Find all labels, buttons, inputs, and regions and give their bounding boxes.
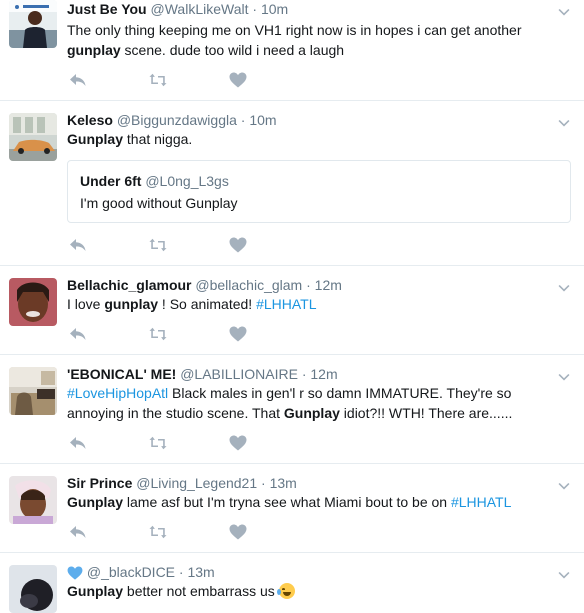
chevron-down-icon[interactable] bbox=[558, 567, 572, 577]
retweet-icon[interactable] bbox=[147, 235, 169, 255]
tweet[interactable]: Keleso @Biggunzdawiggla · 10m Gunplay th… bbox=[0, 101, 584, 266]
separator: · bbox=[301, 366, 307, 382]
heart-icon[interactable] bbox=[227, 433, 249, 453]
heart-icon[interactable] bbox=[227, 522, 249, 542]
user-handle[interactable]: @Biggunzdawiggla bbox=[117, 112, 237, 128]
quoted-tweet[interactable]: Under 6ft @L0ng_L3gs I'm good without Gu… bbox=[67, 160, 571, 223]
timestamp[interactable]: 10m bbox=[261, 1, 288, 17]
tweet[interactable]: @_blackDICE · 13m Gunplay better not emb… bbox=[0, 553, 584, 613]
heart-icon[interactable] bbox=[227, 70, 249, 90]
display-name[interactable]: Bellachic_glamour bbox=[67, 277, 192, 293]
quoted-display-name: Under 6ft bbox=[80, 173, 142, 189]
hashtag-link[interactable]: #LoveHipHopAtl bbox=[67, 385, 168, 401]
tweet-text: Gunplay that nigga. bbox=[67, 129, 567, 149]
separator: · bbox=[178, 564, 184, 580]
user-handle[interactable]: @Living_Legend21 bbox=[136, 475, 257, 491]
tweet-text-segment: that nigga. bbox=[123, 131, 193, 147]
tweet[interactable]: Sir Prince @Living_Legend21 · 13m Gunpla… bbox=[0, 464, 584, 553]
heart-icon[interactable] bbox=[227, 235, 249, 255]
avatar[interactable] bbox=[9, 565, 57, 613]
tweet-text: The only thing keeping me on VH1 right n… bbox=[67, 20, 567, 60]
chevron-down-icon[interactable] bbox=[558, 115, 572, 125]
timestamp[interactable]: 12m bbox=[310, 366, 337, 382]
tweet-text-segment: The only thing keeping me on VH1 right n… bbox=[67, 22, 522, 38]
separator: · bbox=[252, 1, 258, 17]
display-name[interactable]: 'EBONICAL' ME! bbox=[67, 366, 176, 382]
highlight-term: Gunplay bbox=[67, 131, 124, 147]
tweet[interactable]: Just Be You @WalkLikeWalt · 10m The only… bbox=[0, 0, 584, 101]
tweet-text-segment: Black males in gen'l r so damn IMMATURE.… bbox=[168, 385, 512, 401]
timestamp[interactable]: 13m bbox=[270, 475, 297, 491]
tweet-text: #LoveHipHopAtl Black males in gen'l r so… bbox=[67, 383, 567, 423]
tweet-text-segment: ! So animated! bbox=[158, 296, 257, 312]
avatar[interactable] bbox=[9, 476, 57, 524]
tears-of-joy-emoji bbox=[276, 583, 295, 599]
separator: · bbox=[240, 112, 246, 128]
reply-icon[interactable] bbox=[67, 522, 89, 542]
tweet-text: Gunplay better not embarrass us bbox=[67, 581, 567, 601]
hashtag-link[interactable]: #LHHATL bbox=[451, 494, 511, 510]
tweet-text: Gunplay lame asf but I'm tryna see what … bbox=[67, 492, 567, 512]
tweet-text-segment: scene. dude too wild i need a laugh bbox=[120, 42, 345, 58]
heart-icon[interactable] bbox=[227, 324, 249, 344]
highlight-term: gunplay bbox=[67, 42, 121, 58]
tweet-text-segment: better not embarrass us bbox=[123, 583, 279, 599]
avatar[interactable] bbox=[9, 278, 57, 326]
tweet-text-segment: lame asf but I'm tryna see what Miami bo… bbox=[123, 494, 451, 510]
user-handle[interactable]: @WalkLikeWalt bbox=[151, 1, 249, 17]
tweet[interactable]: Bellachic_glamour @bellachic_glam · 12m … bbox=[0, 266, 584, 355]
timestamp[interactable]: 10m bbox=[249, 112, 276, 128]
reply-icon[interactable] bbox=[67, 433, 89, 453]
display-name[interactable]: Sir Prince bbox=[67, 475, 132, 491]
user-handle[interactable]: @LABILLIONAIRE bbox=[180, 366, 298, 382]
timestamp[interactable]: 13m bbox=[187, 564, 214, 580]
quoted-user-handle: @L0ng_L3gs bbox=[145, 173, 229, 189]
tweet-text-segment: annoying in the studio scene. That bbox=[67, 405, 284, 421]
reply-icon[interactable] bbox=[67, 324, 89, 344]
highlight-term: Gunplay bbox=[67, 583, 124, 599]
tweet[interactable]: 'EBONICAL' ME! @LABILLIONAIRE · 12m #Lov… bbox=[0, 355, 584, 464]
retweet-icon[interactable] bbox=[147, 324, 169, 344]
tweet-text: I love gunplay ! So animated! #LHHATL bbox=[67, 294, 567, 314]
hashtag-link[interactable]: #LHHATL bbox=[256, 296, 316, 312]
reply-icon[interactable] bbox=[67, 70, 89, 90]
chevron-down-icon[interactable] bbox=[558, 280, 572, 290]
separator: · bbox=[261, 475, 266, 491]
highlight-term: Gunplay bbox=[283, 405, 340, 421]
avatar[interactable] bbox=[9, 367, 57, 415]
tweet-text-segment: I love bbox=[67, 296, 105, 312]
highlight-term: gunplay bbox=[104, 296, 159, 312]
display-name[interactable]: Just Be You bbox=[67, 1, 147, 17]
chevron-down-icon[interactable] bbox=[558, 369, 572, 379]
avatar[interactable] bbox=[9, 113, 57, 161]
chevron-down-icon[interactable] bbox=[558, 4, 572, 14]
user-handle[interactable]: @_blackDICE bbox=[87, 564, 175, 580]
user-handle[interactable]: @bellachic_glam bbox=[195, 277, 302, 293]
chevron-down-icon[interactable] bbox=[558, 478, 572, 488]
display-name[interactable]: Keleso bbox=[67, 112, 113, 128]
reply-icon[interactable] bbox=[67, 235, 89, 255]
avatar[interactable] bbox=[9, 0, 57, 48]
highlight-term: Gunplay bbox=[67, 494, 124, 510]
timestamp[interactable]: 12m bbox=[315, 277, 342, 293]
separator: · bbox=[306, 277, 311, 293]
retweet-icon[interactable] bbox=[147, 433, 169, 453]
quoted-tweet-text: I'm good without Gunplay bbox=[80, 195, 238, 211]
retweet-icon[interactable] bbox=[147, 522, 169, 542]
tweet-text-segment: idiot?!! WTH! There are...... bbox=[339, 405, 513, 421]
retweet-icon[interactable] bbox=[147, 70, 169, 90]
